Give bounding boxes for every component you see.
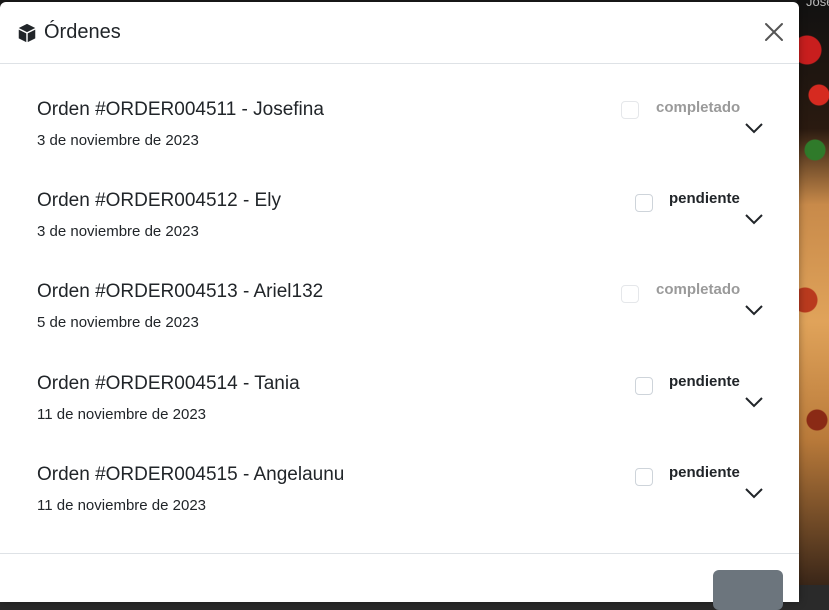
order-date: 5 de noviembre de 2023: [37, 314, 199, 332]
order-status-checkbox[interactable]: [635, 194, 653, 213]
order-date: 11 de noviembre de 2023: [37, 405, 207, 423]
order-title: Orden #ORDER004511 - Josefina: [37, 99, 324, 120]
background-text: Josefina: [806, 0, 829, 9]
order-status-checkbox[interactable]: [635, 376, 653, 395]
order-status: completado: [656, 99, 741, 116]
order-title: Orden #ORDER004512 - Ely: [37, 190, 281, 212]
order-title: Orden #ORDER004515 - Angelaunu: [37, 463, 345, 485]
order-status-checkbox[interactable]: [621, 285, 639, 304]
order-status: completado: [656, 281, 741, 299]
footer-button[interactable]: [713, 570, 783, 610]
order-status-checkbox[interactable]: [621, 101, 639, 119]
order-date: 3 de noviembre de 2023: [37, 132, 199, 149]
chevron-down-icon[interactable]: [745, 487, 763, 499]
order-list: Orden #ORDER004511 - Josefina 3 de novie…: [0, 65, 799, 521]
modal-header: Órdenes: [0, 2, 799, 64]
order-item[interactable]: Orden #ORDER004515 - Angelaunu 11 de nov…: [0, 430, 799, 521]
chevron-down-icon[interactable]: [745, 213, 763, 225]
order-status: pendiente: [669, 463, 740, 481]
orders-modal: Órdenes Orden #ORDER004511 - Josefina 3 …: [0, 2, 799, 610]
order-date: 3 de noviembre de 2023: [37, 223, 199, 241]
order-item[interactable]: Orden #ORDER004512 - Ely 3 de noviembre …: [0, 156, 799, 247]
order-status: pendiente: [669, 190, 740, 208]
modal-title-group: Órdenes: [16, 21, 121, 44]
order-status-checkbox[interactable]: [635, 467, 653, 486]
box-icon: [16, 22, 38, 44]
order-item[interactable]: Orden #ORDER004511 - Josefina 3 de novie…: [0, 65, 799, 156]
chevron-down-icon[interactable]: [745, 304, 763, 316]
order-date: 11 de noviembre de 2023: [37, 496, 207, 514]
chevron-down-icon[interactable]: [745, 396, 763, 408]
background-food-image: [797, 0, 829, 585]
chevron-down-icon[interactable]: [745, 122, 763, 134]
modal-footer: [0, 553, 799, 610]
close-button[interactable]: [763, 21, 785, 43]
modal-title: Órdenes: [44, 21, 121, 43]
order-item[interactable]: Orden #ORDER004513 - Ariel132 5 de novie…: [0, 247, 799, 338]
order-title: Orden #ORDER004514 - Tania: [37, 372, 300, 394]
order-title: Orden #ORDER004513 - Ariel132: [37, 281, 324, 303]
order-item[interactable]: Orden #ORDER004514 - Tania 11 de noviemb…: [0, 339, 799, 430]
order-status: pendiente: [669, 372, 740, 390]
close-icon: [763, 21, 785, 43]
